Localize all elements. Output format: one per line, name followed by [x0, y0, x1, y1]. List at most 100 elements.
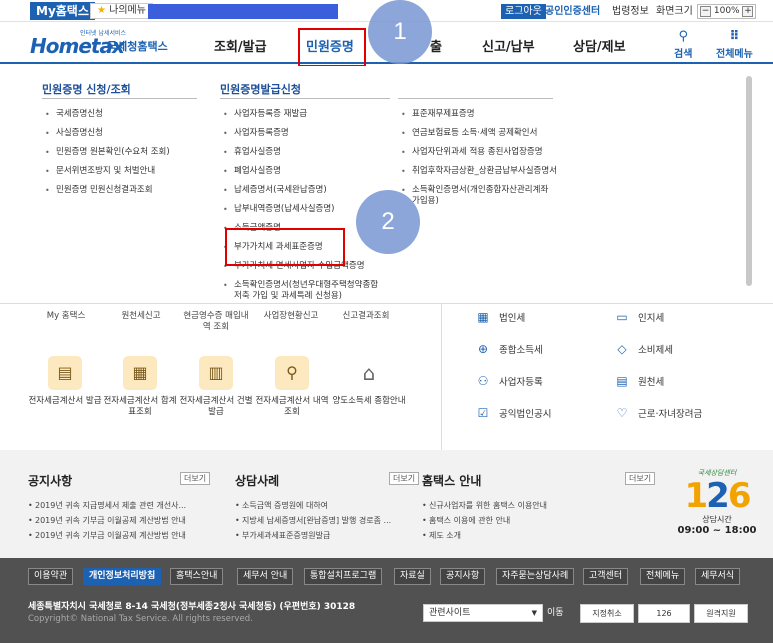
search-button[interactable]: ⚲ 검색	[674, 29, 692, 60]
list-item[interactable]: 소득금액 증명원에 대하여	[235, 500, 420, 511]
list-item[interactable]: 부가세과세표준증명원발급	[235, 530, 420, 541]
quick-link-label[interactable]: 전자세금계산서 발급	[25, 396, 105, 407]
list-item[interactable]: 신규사업자를 위한 홈택스 이용안내	[422, 500, 622, 511]
house-icon[interactable]: ⌂	[352, 356, 386, 390]
list-item[interactable]: 휴업사실증명	[220, 147, 385, 158]
footer-link[interactable]: 고객센터	[583, 568, 629, 585]
list-item[interactable]: 사업자단위과세 적용 종된사업장증명	[398, 147, 558, 158]
list-item[interactable]: 표준재무제표증명	[398, 109, 558, 120]
zoom-out-button[interactable]: −	[700, 6, 711, 17]
invoice-search-icon[interactable]: ⚲	[275, 356, 309, 390]
zoom-in-button[interactable]: +	[742, 6, 754, 17]
list-item[interactable]: 연금보험료등 소득·세액 공제확인서	[398, 128, 558, 139]
tax-icon: ♡	[616, 406, 628, 420]
footer-address: 세종특별자치시 국세청로 8-14 국세청(정부세종2청사 국세청동) (우편번…	[28, 602, 356, 612]
list-item[interactable]: 소득확인증명서(개인종합자산관리계좌 가입용)	[398, 185, 558, 207]
logout-button[interactable]: 로그아웃	[501, 4, 546, 19]
list-item[interactable]: 민원증명 원본확인(수요처 조회)	[42, 147, 202, 158]
quick-link-label[interactable]: 현금영수증 매입내역 조회	[181, 311, 251, 333]
list-item[interactable]: 사업자등록증 재발급	[220, 109, 385, 120]
invoice-icon[interactable]: ▤	[48, 356, 82, 390]
footer-link[interactable]: 통합설치프로그램	[304, 568, 383, 585]
tax-link-withholding[interactable]: ▤ 원천세	[614, 374, 664, 388]
zoom-control: − 100% +	[697, 4, 757, 19]
related-site-select[interactable]: 관련사이트 ▼	[423, 604, 543, 622]
call-center-banner[interactable]: 국세상담센터 126 상담시간 09:00 ~ 18:00	[672, 468, 762, 546]
list-item[interactable]: 지방세 납세증명서[완납증명] 발행 경로좀 ...	[235, 515, 420, 526]
tax-link-income[interactable]: ⊕ 종합소득세	[475, 342, 543, 356]
nav-apply-submit[interactable]: 출	[430, 36, 442, 55]
hometax-logo[interactable]: 인터넷 납세서비스 Hometax 국세청홈택스	[30, 28, 170, 58]
divider	[441, 304, 442, 450]
quick-link-label[interactable]: 전자세금계산서 내역조회	[252, 396, 332, 418]
tax-link-label: 법인세	[499, 313, 526, 324]
list-item[interactable]: 국세증명신청	[42, 109, 202, 120]
case-more-button[interactable]: 더보기	[389, 472, 420, 485]
quick-link-label[interactable]: 원천세신고	[106, 311, 176, 322]
list-item[interactable]: 사실증명신청	[42, 128, 202, 139]
nav-report-pay[interactable]: 신고/납부	[482, 36, 535, 55]
footer-link-privacy[interactable]: 개인정보처리방침	[83, 568, 162, 585]
quick-link-label[interactable]: 전자세금계산서 합계표조회	[100, 396, 180, 418]
footer-link[interactable]: 이용약관	[28, 568, 74, 585]
list-item[interactable]: 2019년 귀속 지급명세서 제출 관련 개선사...	[28, 500, 213, 511]
footer-link[interactable]: 홈택스안내	[170, 568, 224, 585]
divider	[220, 98, 390, 99]
tax-link-incentive[interactable]: ♡ 근로·자녀장려금	[614, 406, 703, 420]
tax-link-business-reg[interactable]: ⚇ 사업자등록	[475, 374, 543, 388]
footer-link[interactable]: 전체메뉴	[640, 568, 686, 585]
invoice-item-icon[interactable]: ▥	[199, 356, 233, 390]
footer-126-button[interactable]: 126	[638, 604, 690, 623]
tax-link-label: 사업자등록	[499, 377, 543, 388]
notice-list: 2019년 귀속 지급명세서 제출 관련 개선사... 2019년 귀속 기부금…	[28, 500, 213, 545]
grid-icon: ⠿	[729, 29, 740, 44]
cert-center-link[interactable]: 공인인증센터	[545, 4, 600, 19]
list-item[interactable]: 사업자등록증명	[220, 128, 385, 139]
nav-consult-report[interactable]: 상담/제보	[573, 36, 626, 55]
list-item[interactable]: 민원증명 민원신청결과조회	[42, 185, 202, 196]
list-item[interactable]: 취업후학자금상환_상환금납부사실증명서	[398, 166, 558, 177]
tax-link-stamp[interactable]: ▭ 인지세	[614, 310, 664, 324]
guide-more-button[interactable]: 더보기	[625, 472, 656, 485]
invoice-summary-icon[interactable]: ▦	[123, 356, 157, 390]
list-item[interactable]: 납세증명서(국세완납증명)	[220, 185, 385, 196]
quick-link-label[interactable]: 사업장현황신고	[256, 311, 326, 322]
nav-inquiry-issue[interactable]: 조회/발급	[214, 36, 267, 55]
list-item[interactable]: 홈택스 이용에 관한 안내	[422, 515, 622, 526]
dropdown-scrollbar[interactable]	[746, 76, 752, 286]
footer-link[interactable]: 자주묻는상담사례	[496, 568, 575, 585]
list-item[interactable]: 제도 소개	[422, 530, 622, 541]
my-hometax-button[interactable]: My홈택스	[30, 2, 95, 20]
quick-link-label[interactable]: 양도소득세 종합안내	[329, 396, 409, 407]
notice-more-button[interactable]: 더보기	[180, 472, 211, 485]
list-item[interactable]: 2019년 귀속 기부금 이월공제 계산방법 안내	[28, 530, 213, 541]
footer-badge-button[interactable]: 지정취소	[580, 604, 634, 623]
tax-link-public-corp[interactable]: ☑ 공익법인공시	[475, 406, 552, 420]
legal-info-link[interactable]: 법령정보	[612, 4, 649, 19]
star-icon: ★	[97, 5, 106, 16]
tax-icon: ☑	[477, 406, 489, 420]
list-item[interactable]: 문서위변조방지 및 처벌안내	[42, 166, 202, 177]
list-item[interactable]: 소득확인증명서(청년우대형주택청약종합저축 가입 및 과세특례 신청용)	[220, 280, 385, 300]
my-menu-button[interactable]: ★ 나의메뉴	[90, 3, 153, 19]
footer-link[interactable]: 자료실	[394, 568, 431, 585]
step-marker-2: 2	[356, 190, 420, 254]
quick-link-label[interactable]: My 홈택스	[31, 311, 101, 322]
quick-link-label[interactable]: 전자세금계산서 건별발급	[176, 396, 256, 418]
footer-copyright: Copyright© National Tax Service. All rig…	[28, 614, 253, 624]
remote-support-button[interactable]: 원격지원	[694, 604, 748, 623]
footer-link[interactable]: 공지사항	[440, 568, 486, 585]
call-number: 126	[672, 478, 762, 514]
list-item[interactable]: 폐업사실증명	[220, 166, 385, 177]
tax-link-consumption[interactable]: ◇ 소비제세	[614, 342, 673, 356]
tax-link-corporate[interactable]: ▦ 법인세	[475, 310, 525, 324]
footer-link[interactable]: 세무서식	[695, 568, 741, 585]
list-item[interactable]: 2019년 귀속 기부금 이월공제 계산방법 안내	[28, 515, 213, 526]
tax-icon: ▦	[477, 310, 489, 324]
quick-link-label[interactable]: 신고결과조회	[331, 311, 401, 322]
tax-link-label: 근로·자녀장려금	[638, 409, 703, 420]
footer-link[interactable]: 세무서 안내	[237, 568, 294, 585]
all-menu-button[interactable]: ⠿ 전체메뉴	[716, 29, 753, 60]
go-button[interactable]: 이동	[547, 606, 564, 620]
tax-icon: ⊕	[477, 342, 489, 356]
